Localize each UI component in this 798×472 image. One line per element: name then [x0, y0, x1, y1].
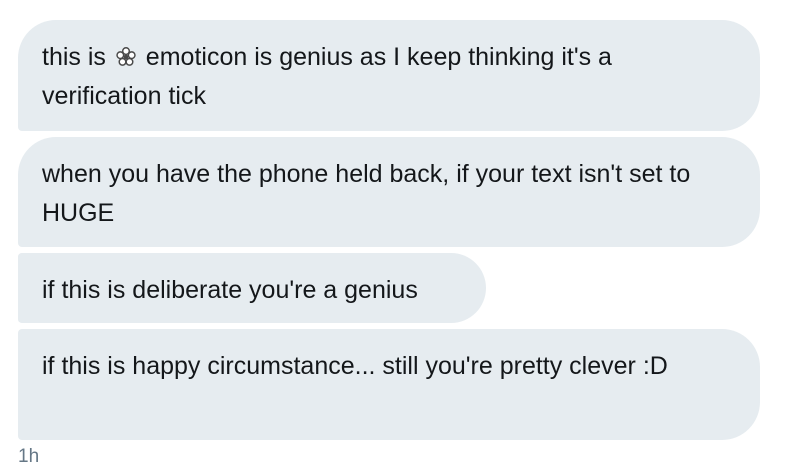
message-text: when you have the phone held back, if yo…	[42, 160, 691, 227]
message-bubble: if this is happy circumstance... still y…	[18, 329, 760, 440]
flower-emoticon-icon	[116, 47, 136, 66]
message-bubble: this is emoticon is genius as I keep thi…	[18, 20, 760, 131]
message-thread: this is emoticon is genius as I keep thi…	[18, 20, 760, 446]
message-bubble: if this is deliberate you're a genius	[18, 253, 486, 323]
message-timestamp: 1h	[18, 446, 40, 467]
message-text: if this is deliberate you're a genius	[42, 276, 418, 304]
message-bubble: when you have the phone held back, if yo…	[18, 137, 760, 247]
message-text: if this is happy circumstance... still y…	[42, 352, 668, 380]
message-text: this is	[42, 43, 113, 71]
